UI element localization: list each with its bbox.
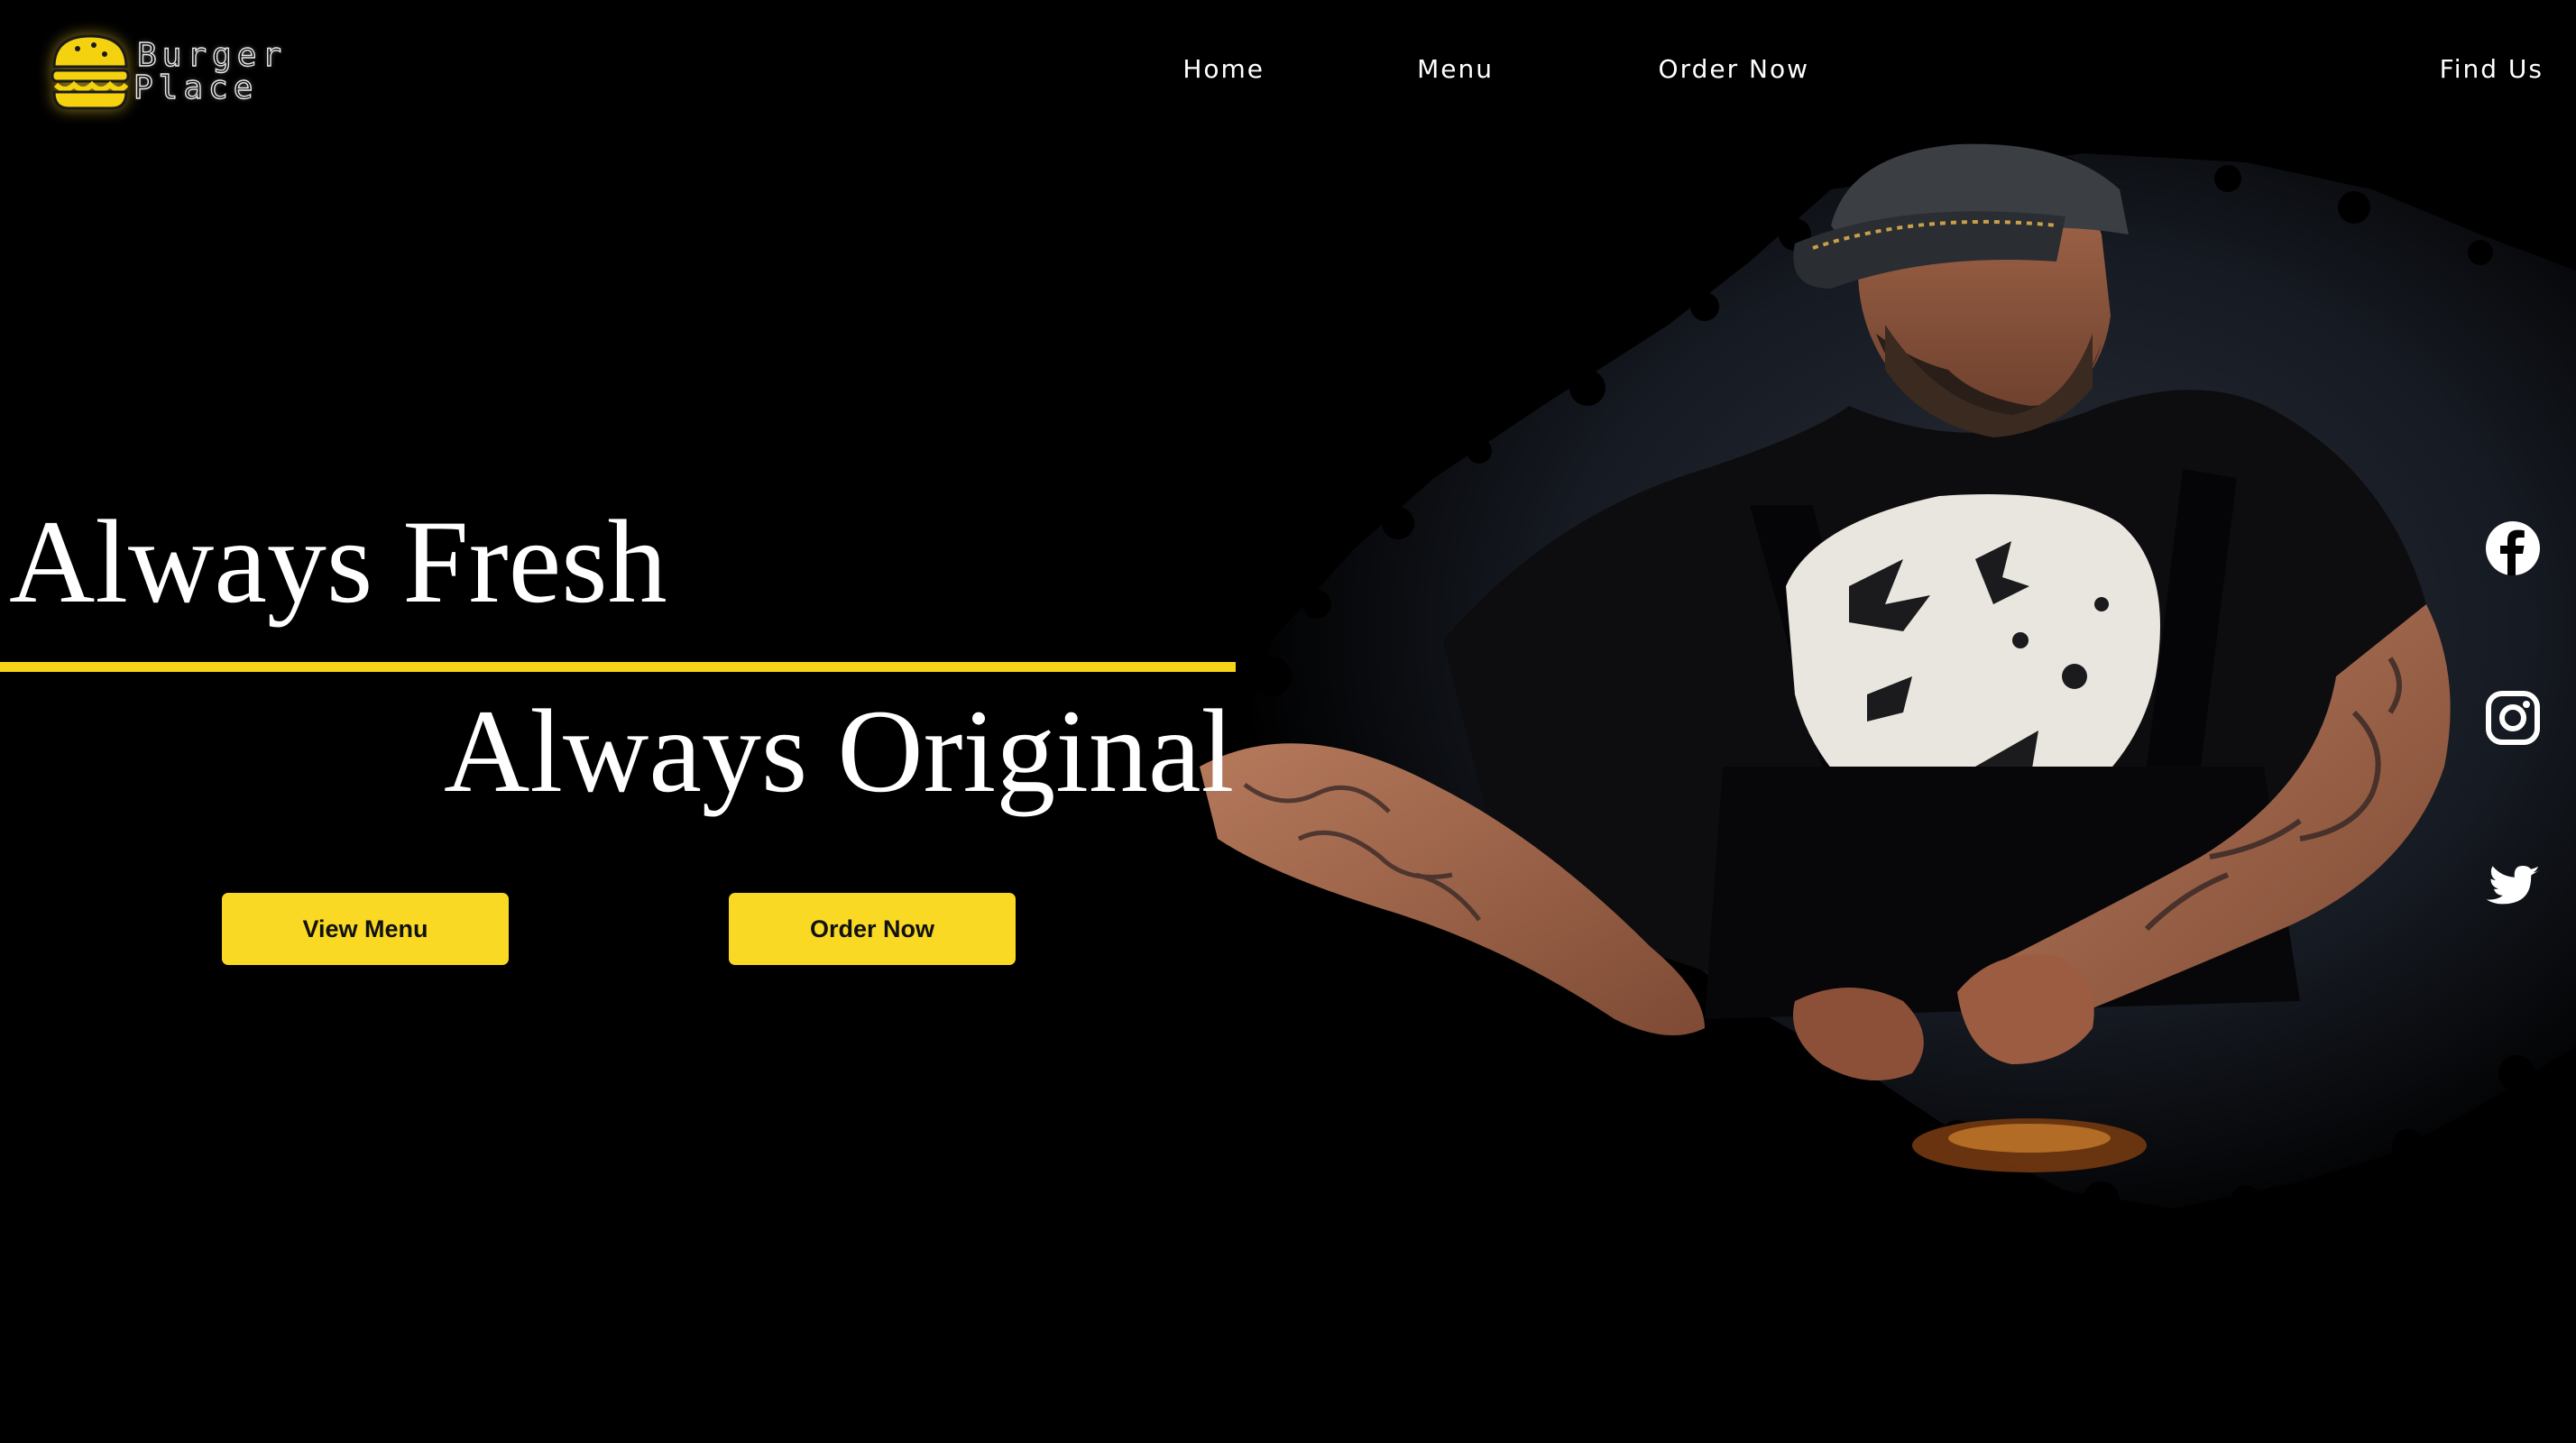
view-menu-button[interactable]: View Menu xyxy=(222,893,509,965)
burger-icon xyxy=(51,34,130,110)
instagram-icon[interactable] xyxy=(2484,689,2542,747)
nav-link-menu[interactable]: Menu xyxy=(1417,54,1494,84)
brand-name: Burger Place xyxy=(133,37,288,106)
nav-link-find-us[interactable]: Find Us xyxy=(2440,54,2544,84)
twitter-icon[interactable] xyxy=(2484,859,2542,916)
brand-name-line1: Burger xyxy=(136,37,288,74)
nav-link-home[interactable]: Home xyxy=(1182,54,1265,84)
chef-cooking-photo xyxy=(1200,143,2576,1218)
brand-logo[interactable]: Burger Place xyxy=(47,27,317,117)
landing-page: Burger Place Home Menu Order Now Find Us xyxy=(0,0,2576,1443)
brand-name-line2: Place xyxy=(133,69,259,106)
order-now-button[interactable]: Order Now xyxy=(729,893,1016,965)
hero-headline-original: Always Original xyxy=(444,685,1235,817)
facebook-icon[interactable] xyxy=(2484,519,2542,577)
hero-headline-fresh: Always Fresh xyxy=(9,495,667,628)
headline-divider xyxy=(0,662,1236,672)
nav-link-order-now[interactable]: Order Now xyxy=(1659,54,1809,84)
